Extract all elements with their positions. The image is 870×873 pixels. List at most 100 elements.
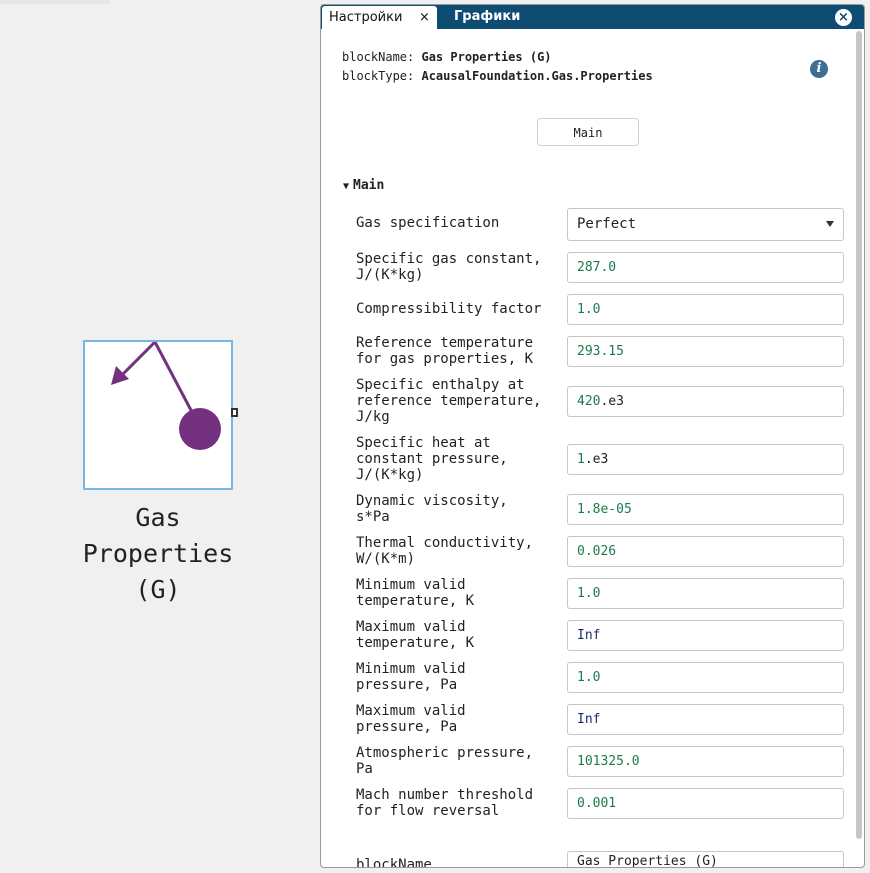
block-name-meta: blockName: Gas Properties (G) bbox=[342, 50, 552, 64]
param-label-line: Atmospheric pressure, bbox=[356, 745, 534, 761]
param-label-line: Minimum valid bbox=[356, 661, 466, 677]
tab-close-icon[interactable]: × bbox=[419, 10, 430, 25]
gas-specification-label: Gas specification bbox=[356, 215, 500, 231]
field-value: 1.0 bbox=[577, 670, 601, 685]
field-value: 1.0 bbox=[577, 586, 601, 601]
block-label-line: Gas bbox=[135, 503, 181, 532]
chevron-down-icon bbox=[826, 221, 834, 227]
meta-key: blockType: bbox=[342, 69, 415, 83]
param-label: Specific gas constant, J/(K*kg) bbox=[356, 251, 541, 283]
param-label-line: reference temperature, bbox=[356, 393, 542, 409]
block-label-line: Properties bbox=[82, 539, 234, 568]
param-label: Maximum valid pressure, Pa bbox=[356, 703, 466, 735]
param-label-line: Thermal conductivity, bbox=[356, 535, 534, 551]
param-label-line: J/kg bbox=[356, 409, 390, 425]
info-icon[interactable]: i bbox=[810, 60, 828, 78]
collapse-caret-icon: ▼ bbox=[343, 181, 350, 192]
thermal-conductivity-input[interactable]: 0.026 bbox=[567, 536, 844, 567]
tab-charts[interactable]: Графики bbox=[454, 9, 520, 24]
meta-value: Gas Properties (G) bbox=[421, 50, 552, 64]
field-value: 287.0 bbox=[577, 260, 617, 275]
param-label: Atmospheric pressure, Pa bbox=[356, 745, 533, 777]
reference-temperature-input[interactable]: 293.15 bbox=[567, 336, 844, 367]
field-value: Inf bbox=[577, 712, 601, 727]
param-label-line: Compressibility factor bbox=[356, 301, 542, 317]
param-label: Specific heat at constant pressure, J/(K… bbox=[356, 435, 508, 483]
field-value: 1 bbox=[577, 452, 585, 467]
panel-scrollbar[interactable] bbox=[856, 31, 862, 839]
field-value: 1.8e-05 bbox=[577, 502, 632, 517]
param-label-line: Specific gas constant, bbox=[356, 251, 542, 267]
group-main-button[interactable]: Main bbox=[537, 118, 639, 146]
param-label-line: for gas properties, K bbox=[356, 351, 534, 367]
maximum-valid-pressure-input[interactable]: Inf bbox=[567, 704, 844, 735]
pendulum-bob bbox=[179, 408, 221, 450]
pendulum-icon bbox=[111, 340, 221, 450]
param-label-line: Dynamic viscosity, bbox=[356, 493, 508, 509]
tab-settings-label: Настройки bbox=[329, 10, 403, 25]
settings-panel: Настройки × Графики × blockName: Gas Pro… bbox=[320, 4, 865, 868]
compressibility-factor-input[interactable]: 1.0 bbox=[567, 294, 844, 325]
param-label-line: for flow reversal bbox=[356, 803, 500, 819]
param-label-line: temperature, K bbox=[356, 635, 475, 651]
param-label-line: constant pressure, bbox=[356, 451, 508, 467]
field-value: 1.0 bbox=[577, 302, 601, 317]
field-value-suffix: .e3 bbox=[584, 452, 609, 467]
param-label: Maximum valid temperature, K bbox=[356, 619, 474, 651]
maximum-valid-temperature-input[interactable]: Inf bbox=[567, 620, 844, 651]
param-label-line: pressure, Pa bbox=[356, 677, 458, 693]
param-label: Reference temperature for gas properties… bbox=[356, 335, 533, 367]
block-label: Gas Properties (G) bbox=[60, 500, 256, 608]
gas-properties-block[interactable] bbox=[83, 340, 233, 490]
param-label-line: s*Pa bbox=[356, 509, 390, 525]
param-label: Minimum valid pressure, Pa bbox=[356, 661, 466, 693]
field-value: 293.15 bbox=[577, 344, 624, 359]
mach-number-threshold-input[interactable]: 0.001 bbox=[567, 788, 844, 819]
section-main-header[interactable]: ▼ Main bbox=[343, 178, 384, 193]
param-label-line: Maximum valid bbox=[356, 619, 466, 635]
field-value: 101325.0 bbox=[577, 754, 640, 769]
meta-key: blockName: bbox=[342, 50, 415, 64]
param-label: Minimum valid temperature, K bbox=[356, 577, 474, 609]
field-value: 0.001 bbox=[577, 796, 617, 811]
param-label-line: J/(K*kg) bbox=[356, 267, 424, 283]
specific-heat-input[interactable]: 1.e3 bbox=[567, 444, 844, 475]
panel-tab-bar: Настройки × Графики × bbox=[321, 5, 864, 30]
pendulum-rod bbox=[153, 341, 195, 415]
param-label: Compressibility factor bbox=[356, 301, 541, 317]
canvas-edge-shadow bbox=[0, 0, 110, 4]
param-label-line: pressure, Pa bbox=[356, 719, 458, 735]
gas-specification-value: Perfect bbox=[577, 216, 637, 232]
panel-close-icon[interactable]: × bbox=[835, 9, 852, 26]
tab-settings[interactable]: Настройки × bbox=[322, 6, 437, 30]
block-port[interactable] bbox=[231, 408, 238, 417]
param-label: Mach number threshold for flow reversal bbox=[356, 787, 533, 819]
field-value-suffix: .e3 bbox=[600, 394, 624, 409]
field-value: 420 bbox=[577, 394, 601, 409]
param-label-line: Maximum valid bbox=[356, 703, 466, 719]
specific-enthalpy-input[interactable]: 420.e3 bbox=[567, 386, 844, 417]
dynamic-viscosity-input[interactable]: 1.8e-05 bbox=[567, 494, 844, 525]
param-label-line: Specific enthalpy at bbox=[356, 377, 525, 393]
param-label: Specific enthalpy at reference temperatu… bbox=[356, 377, 541, 425]
section-title: Main bbox=[353, 178, 385, 193]
field-value: Gas Properties (G) bbox=[577, 854, 718, 868]
param-label-line: J/(K*kg) bbox=[356, 467, 424, 483]
specific-gas-constant-input[interactable]: 287.0 bbox=[567, 252, 844, 283]
field-value: Inf bbox=[577, 628, 601, 643]
minimum-valid-pressure-input[interactable]: 1.0 bbox=[567, 662, 844, 693]
meta-value: AcausalFoundation.Gas.Properties bbox=[421, 69, 653, 83]
field-value: 0.026 bbox=[577, 544, 617, 559]
param-label: Thermal conductivity, W/(K*m) bbox=[356, 535, 533, 567]
gas-specification-select[interactable]: Perfect bbox=[567, 208, 844, 241]
param-label-line: Specific heat at bbox=[356, 435, 491, 451]
atmospheric-pressure-input[interactable]: 101325.0 bbox=[567, 746, 844, 777]
motion-arrow-shaft bbox=[119, 340, 157, 378]
block-name-label: blockName bbox=[356, 857, 432, 868]
block-type-meta: blockType: AcausalFoundation.Gas.Propert… bbox=[342, 69, 653, 83]
block-name-input[interactable]: Gas Properties (G) bbox=[567, 851, 844, 868]
minimum-valid-temperature-input[interactable]: 1.0 bbox=[567, 578, 844, 609]
param-label-line: Pa bbox=[356, 761, 373, 777]
param-label-line: temperature, K bbox=[356, 593, 475, 609]
block-label-line: (G) bbox=[135, 575, 181, 604]
